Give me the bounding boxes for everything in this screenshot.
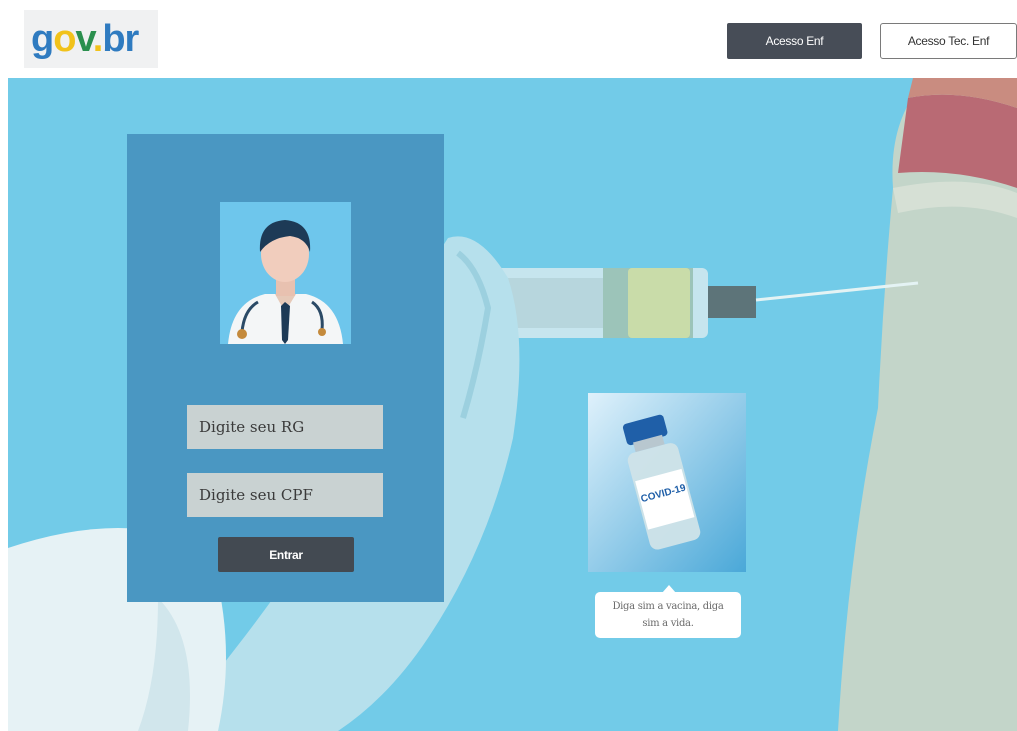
govbr-logo-mark: gov.br: [31, 18, 141, 60]
govbr-logo[interactable]: gov.br: [24, 10, 158, 68]
entrar-button[interactable]: Entrar: [218, 537, 354, 572]
doctor-avatar-icon: [220, 202, 351, 344]
promo-caption: Diga sim a vacina, diga sim a vida.: [595, 592, 741, 638]
login-panel: Entrar: [127, 134, 444, 602]
acesso-enf-button[interactable]: Acesso Enf: [727, 23, 862, 59]
acesso-tec-enf-button[interactable]: Acesso Tec. Enf: [880, 23, 1017, 59]
doctor-avatar: [220, 202, 351, 344]
rg-input[interactable]: [187, 405, 383, 449]
svg-text:gov.br: gov.br: [31, 18, 140, 60]
vaccine-vial-graphic: COVID-19: [588, 393, 746, 572]
cpf-input[interactable]: [187, 473, 383, 517]
vaccine-vial-image: COVID-19: [588, 393, 746, 572]
top-header: gov.br Acesso Enf Acesso Tec. Enf: [0, 0, 1017, 78]
